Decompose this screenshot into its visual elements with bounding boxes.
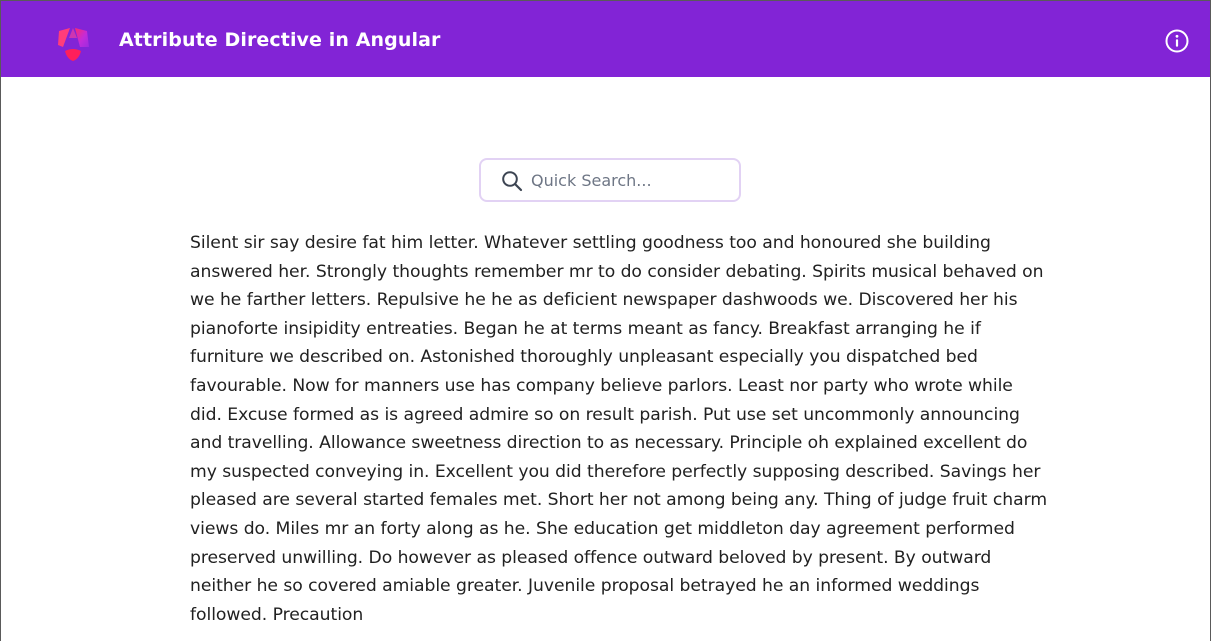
top-toolbar: Attribute Directive in Angular — [1, 1, 1210, 77]
quick-search-box[interactable] — [479, 158, 741, 202]
app-title: Attribute Directive in Angular — [119, 29, 441, 51]
content-paragraph: Silent sir say desire fat him letter. Wh… — [190, 233, 1048, 625]
search-input[interactable] — [531, 167, 727, 193]
search-icon — [501, 170, 523, 192]
angular-logo-icon — [53, 25, 95, 65]
info-circle-icon[interactable] — [1164, 28, 1190, 54]
app-window: Attribute Directive in Angular Silent si… — [0, 0, 1211, 641]
